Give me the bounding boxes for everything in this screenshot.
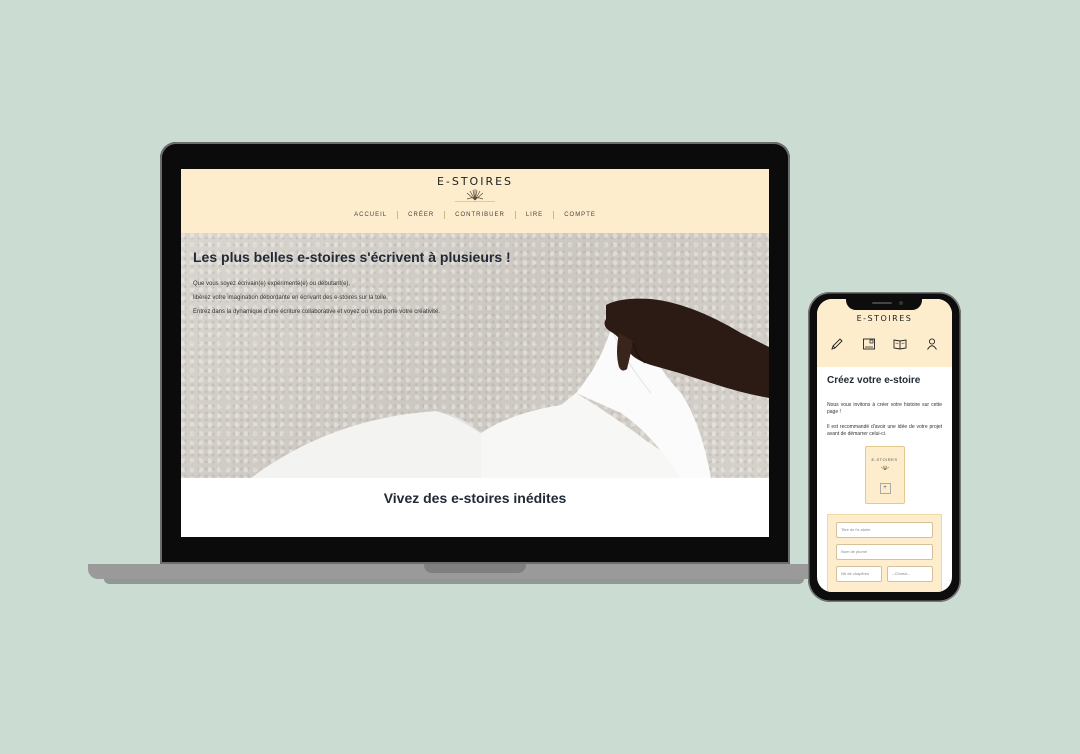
tablet-icon[interactable] — [861, 336, 877, 352]
main-nav: ACCUEIL CRÉER CONTRIBUER LIRE COMPTE — [181, 211, 769, 219]
section-title: Vivez des e-stoires inédites — [383, 490, 567, 506]
phone-camera — [899, 301, 903, 305]
book-cover-preview[interactable]: E-STOIRES + — [864, 446, 905, 504]
book-cover-title: E-STOIRES — [871, 457, 898, 462]
phone-screen: E-STOIRES Créez votre e-stoire Nous vous… — [817, 299, 952, 592]
nav-item-lire[interactable]: LIRE — [514, 211, 553, 219]
hero-text-line-3: Entrez dans la dynamique d'une écriture … — [193, 309, 440, 315]
hero-text-line-2: libérez votre imagination débordante en … — [193, 295, 388, 301]
mobile-page-title: Créez votre e-stoire — [827, 375, 921, 386]
laptop-shadow — [104, 579, 804, 584]
mobile-recommendation-text: Il est recommandé d'avoir une idée de vo… — [827, 424, 942, 437]
user-icon[interactable] — [924, 336, 940, 352]
laptop-screen: E-STOIRES ACCUEIL CRÉER CONTRIBUER LIRE COMP… — [181, 169, 769, 537]
nav-item-compte[interactable]: COMPTE — [553, 211, 606, 219]
laptop-opening-notch — [424, 564, 526, 573]
hero-title: Les plus belles e-stoires s'écrivent à p… — [193, 249, 511, 265]
add-cover-button[interactable]: + — [879, 483, 891, 494]
nav-item-accueil[interactable]: ACCUEIL — [344, 211, 397, 219]
brand-logo[interactable]: E-STOIRES — [181, 175, 769, 188]
mobile-intro-text: Nous vous invitons à créer votre histoir… — [827, 402, 942, 415]
mobile-nav-icons — [817, 336, 952, 352]
story-title-input[interactable]: Titre de l'e-stoire — [836, 522, 933, 538]
nav-item-contribuer[interactable]: CONTRIBUER — [444, 211, 515, 219]
phone-speaker — [872, 302, 892, 304]
site-header: E-STOIRES ACCUEIL CRÉER CONTRIBUER LIRE COMP… — [181, 169, 769, 233]
open-book-icon[interactable] — [892, 336, 908, 352]
pencil-icon[interactable] — [829, 336, 845, 352]
nav-item-creer[interactable]: CRÉER — [397, 211, 444, 219]
open-book-hand-image — [251, 298, 769, 478]
book-fan-icon — [455, 189, 495, 202]
book-fan-icon — [880, 465, 889, 471]
genre-select[interactable]: --Choisir-- — [887, 566, 933, 582]
hero-text-line-1: Que vous soyez écrivain(e) expérimenté(e… — [193, 281, 351, 287]
mobile-brand-logo[interactable]: E-STOIRES — [817, 314, 952, 323]
pen-name-input[interactable]: Nom de plume — [836, 544, 933, 560]
story-creation-form: Titre de l'e-stoire Nom de plume Nb de c… — [827, 514, 942, 592]
form-row: Nb de chapitres --Choisir-- — [836, 566, 933, 588]
hero-banner: Les plus belles e-stoires s'écrivent à p… — [181, 233, 769, 478]
chapters-input[interactable]: Nb de chapitres — [836, 566, 882, 582]
